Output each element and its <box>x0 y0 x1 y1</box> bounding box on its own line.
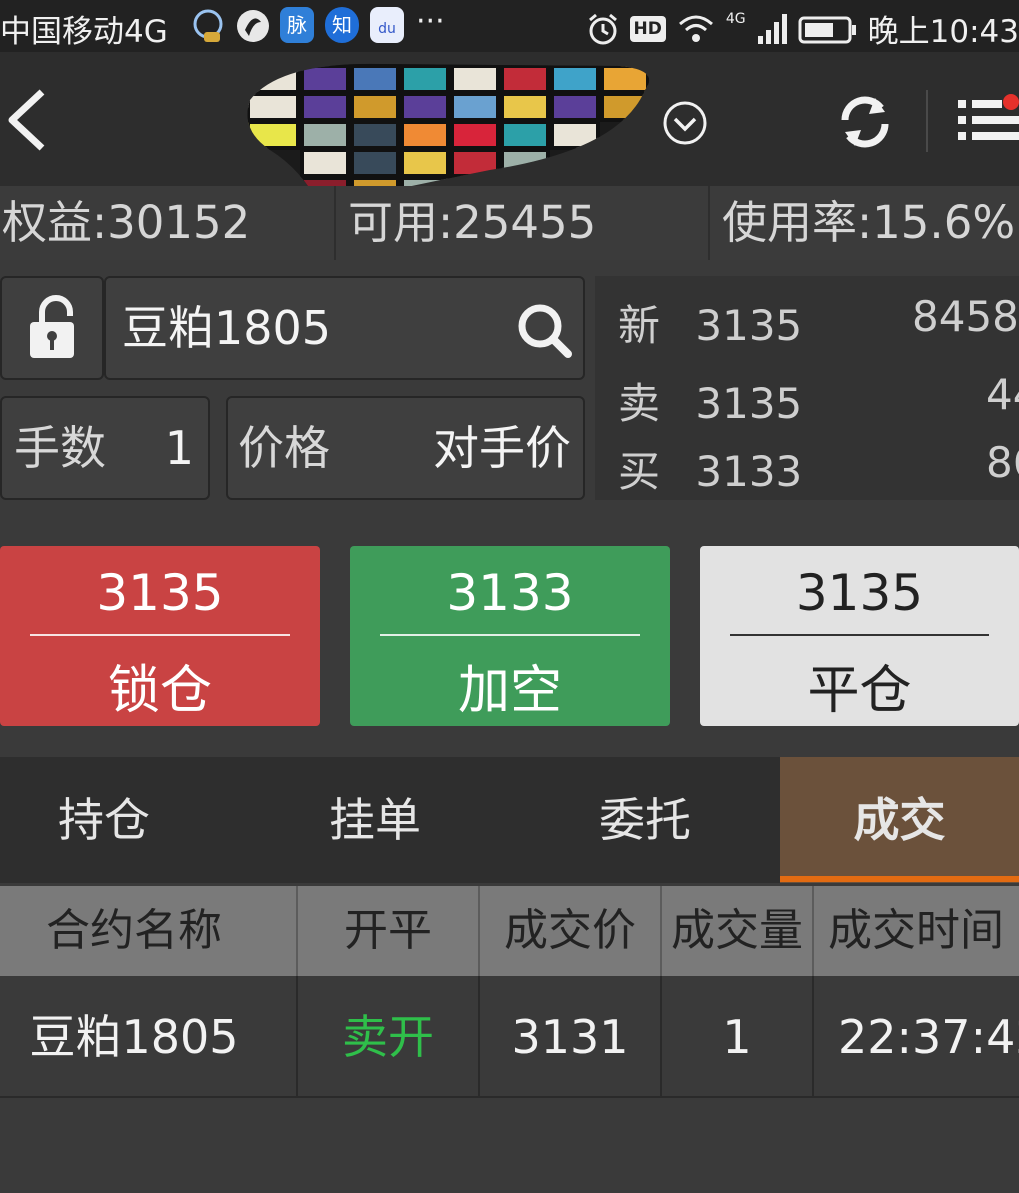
quote-last-row: 新 3135 84584 <box>618 292 1019 353</box>
col-contract-header[interactable]: 合约名称 <box>0 886 268 976</box>
redacted-title-mosaic <box>247 63 650 206</box>
lock-price: 3135 <box>96 564 224 622</box>
column-separator <box>660 886 662 976</box>
quote-bid-volume: 86 <box>986 438 1019 487</box>
button-divider <box>730 634 989 636</box>
contract-name: 豆粕1805 <box>122 301 332 355</box>
column-separator <box>296 886 298 976</box>
account-separator <box>334 186 336 260</box>
column-separator <box>296 976 298 1096</box>
button-divider <box>380 634 640 636</box>
mai-app-icon: 脉 <box>280 7 314 43</box>
add-short-label: 加空 <box>457 661 562 721</box>
row-price: 3131 <box>511 1010 629 1064</box>
menu-list-icon[interactable] <box>956 92 1019 148</box>
lots-stepper[interactable]: 手数 1 <box>0 396 210 500</box>
lock-position-button[interactable]: 3135 锁仓 <box>0 546 320 726</box>
column-separator <box>812 886 814 976</box>
search-icon[interactable] <box>516 302 574 360</box>
price-value: 对手价 <box>433 421 571 475</box>
network-type: 4G <box>725 10 746 27</box>
row-contract: 豆粕1805 <box>29 1010 239 1064</box>
price-label: 价格 <box>238 421 330 475</box>
quote-ask-row: 卖 3135 44 <box>618 370 1019 431</box>
quote-bid-price: 3133 <box>695 447 803 496</box>
quote-bid-row: 买 3133 86 <box>618 438 1019 499</box>
lots-label: 手数 <box>14 421 106 475</box>
column-separator <box>812 976 814 1096</box>
chevron-circle-down-icon[interactable] <box>662 100 708 146</box>
zhihu-app-icon: 知 <box>325 7 359 43</box>
close-position-button[interactable]: 3135 平仓 <box>700 546 1019 726</box>
close-label: 平仓 <box>807 661 912 721</box>
column-separator <box>478 976 480 1096</box>
lots-value: 1 <box>164 421 194 475</box>
account-bar: 权益:30152 可用:25455 使用率:15.6% <box>0 186 1019 260</box>
close-price: 3135 <box>795 564 924 622</box>
col-price-header[interactable]: 成交价 <box>480 886 660 976</box>
battery-icon <box>798 16 856 43</box>
unlock-icon <box>30 295 74 358</box>
tab-orders[interactable]: 委托 <box>510 757 780 883</box>
status-right: HD 4G 晚上10:43 <box>586 6 1019 51</box>
quote-ask-label: 卖 <box>618 379 661 428</box>
quote-last-label: 新 <box>618 301 661 350</box>
add-short-button[interactable]: 3133 加空 <box>350 546 670 726</box>
row-time: 22:37:42 <box>838 1010 1019 1064</box>
alarm-icon <box>588 13 617 44</box>
usage-label: 使用率:15.6% <box>722 196 1016 249</box>
carrier-label: 中国移动4G <box>0 14 168 50</box>
quote-bid-label: 买 <box>618 447 661 496</box>
contract-search-field[interactable]: 豆粕1805 <box>104 276 585 380</box>
quote-ask-price: 3135 <box>695 379 803 428</box>
button-divider <box>30 634 290 636</box>
tab-trades[interactable]: 成交 <box>780 757 1019 883</box>
wifi-icon <box>678 15 713 42</box>
tab-bar: 持仓 挂单 委托 成交 <box>0 757 1019 883</box>
hd-badge: HD <box>629 15 666 42</box>
col-volume-header[interactable]: 成交量 <box>662 886 812 976</box>
back-arrow-icon[interactable] <box>4 88 48 152</box>
lock-label: 锁仓 <box>107 661 212 721</box>
row-volume: 1 <box>722 1010 752 1064</box>
tab-positions[interactable]: 持仓 <box>0 757 208 883</box>
column-separator <box>660 976 662 1096</box>
quote-last-price: 3135 <box>695 301 803 350</box>
baidu-app-icon: du <box>370 7 404 43</box>
chat-bubble-icon <box>193 9 223 42</box>
more-notifications-icon: ··· <box>416 4 445 39</box>
header-divider <box>926 90 928 152</box>
equity-label: 权益:30152 <box>2 196 251 249</box>
clock-time: 晚上10:43 <box>867 14 1019 50</box>
price-type-selector[interactable]: 价格 对手价 <box>226 396 585 500</box>
quote-last-volume: 84584 <box>912 292 1019 341</box>
col-time-header[interactable]: 成交时间 <box>828 886 1019 976</box>
refresh-icon[interactable] <box>835 92 895 152</box>
active-tab-indicator <box>780 876 1019 882</box>
col-open-close-header[interactable]: 开平 <box>298 886 478 976</box>
row-divider <box>0 1096 1019 1098</box>
row-open-close: 卖开 <box>342 1010 434 1064</box>
lock-toggle-button[interactable] <box>0 276 104 380</box>
available-label: 可用:25455 <box>348 196 597 249</box>
column-separator <box>478 886 480 976</box>
signal-icon <box>757 13 787 44</box>
account-separator <box>708 186 710 260</box>
add-short-price: 3133 <box>446 564 574 622</box>
quote-ask-volume: 44 <box>986 370 1019 419</box>
app-swirl-icon <box>237 10 269 42</box>
tab-pending[interactable]: 挂单 <box>240 757 510 883</box>
